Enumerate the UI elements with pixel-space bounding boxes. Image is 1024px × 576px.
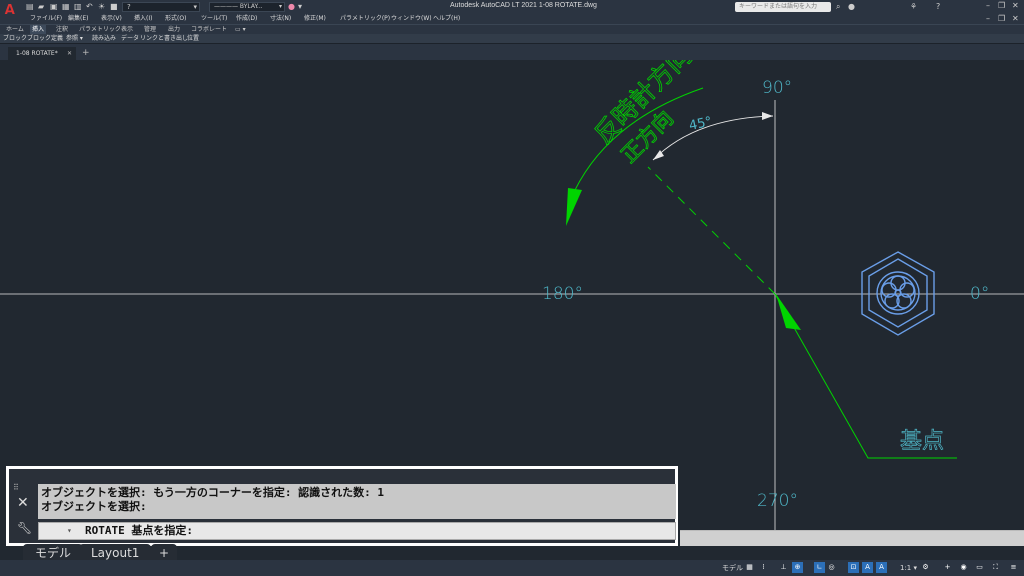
save-as-icon[interactable]: ▦ xyxy=(62,2,70,12)
close-window-icon[interactable]: ✕ xyxy=(1012,1,1019,10)
menu-view[interactable]: 表示(V) xyxy=(101,14,122,24)
panel-block[interactable]: ブロック xyxy=(3,34,27,44)
command-strip-extension xyxy=(680,530,1024,546)
base-point-arrowhead xyxy=(776,294,801,330)
file-tabs: 1-08 ROTATE* ✕ + xyxy=(0,44,1024,60)
menu-file[interactable]: ファイル(F) xyxy=(30,14,62,24)
drag-handle-icon[interactable]: ⠿ xyxy=(13,484,33,492)
doc-minimize-icon[interactable]: – xyxy=(986,14,990,23)
app-title: Autodesk AutoCAD LT 2021 1-08 ROTATE.dwg xyxy=(450,2,597,9)
fullscreen-icon[interactable]: ⛶ xyxy=(990,562,1001,573)
menu-parametric[interactable]: パラメトリック(P) xyxy=(340,14,390,24)
menu-draw[interactable]: 作成(D) xyxy=(236,14,257,24)
history-line: オブジェクトを選択: もう一方のコーナーを指定: 認識された数: 1 xyxy=(41,486,385,499)
label-0: 0° xyxy=(970,284,990,304)
annotation-scale[interactable]: 1:1 ▾ xyxy=(900,562,917,574)
model-space-button[interactable]: モデル xyxy=(722,562,743,574)
command-prompt: ROTATE 基点を指定: xyxy=(85,524,193,537)
restore-icon[interactable]: ❐ xyxy=(998,1,1005,10)
grid-icon[interactable]: ▦ xyxy=(744,562,755,573)
dim-angle-text: 45° xyxy=(688,114,714,133)
color-wheel-icon[interactable]: ● xyxy=(288,2,295,12)
polar-icon[interactable]: ◎ xyxy=(826,562,837,573)
panel-location[interactable]: 位置 xyxy=(187,34,199,44)
annotation-visibility-icon[interactable]: A xyxy=(862,562,873,573)
command-line-panel: ⠿ ✕ 🔧︎ オブジェクトを選択: もう一方のコーナーを指定: 認識された数: … xyxy=(6,466,678,562)
label-270: 270° xyxy=(757,491,798,511)
menu-window[interactable]: ウィンドウ(W) xyxy=(391,14,432,24)
panel-link-extract[interactable]: リンクと書き出し xyxy=(140,34,188,44)
customize-dropdown-icon[interactable]: ▾ xyxy=(298,2,302,12)
close-icon[interactable]: ✕ xyxy=(17,496,29,510)
doc-close-icon[interactable]: ✕ xyxy=(1012,14,1019,23)
panel-data[interactable]: データ xyxy=(121,34,139,44)
search-input[interactable]: キーワードまたは語句を入力 xyxy=(735,2,831,12)
help-icon[interactable]: ? xyxy=(936,2,940,12)
file-tab-label: 1-08 ROTATE* xyxy=(16,50,58,57)
minimize-icon[interactable]: – xyxy=(986,1,990,10)
lock-icon[interactable]: ■ xyxy=(110,2,118,12)
crest-object xyxy=(861,251,935,336)
ribbon-panels: ブロック ブロック定義 参照 ▾ 読み込み データ リンクと書き出し 位置 xyxy=(0,34,1024,44)
menu-tools[interactable]: ツール(T) xyxy=(201,14,227,24)
customize-icon[interactable]: ≡ xyxy=(1008,562,1019,573)
panel-import[interactable]: 読み込み xyxy=(92,34,116,44)
status-bar: モデル ▦ ⁞ ⊥ ⊕ ∟ ◎ ⊡ A A 1:1 ▾ ⚙ + ◉ ▭ ⛶ ≡ xyxy=(0,560,1024,576)
panel-block-definition[interactable]: ブロック定義 xyxy=(27,34,63,44)
layer-dropdown[interactable]: ? ▾ xyxy=(122,2,200,12)
command-history: オブジェクトを選択: もう一方のコーナーを指定: 認識された数: 1 オブジェク… xyxy=(38,484,676,519)
menu-insert[interactable]: 挿入(I) xyxy=(134,14,152,24)
save-icon[interactable]: ▣ xyxy=(50,2,58,12)
open-file-icon[interactable]: ▰ xyxy=(38,2,44,12)
menu-modify[interactable]: 修正(M) xyxy=(304,14,326,24)
dynamic-input-icon[interactable]: ⊕ xyxy=(792,562,803,573)
monitor-icon[interactable]: ▭ xyxy=(974,562,985,573)
ribbon-tabs: ホーム 挿入 注釈 パラメトリック 表示 管理 出力 コラボレート ▭ ▾ xyxy=(0,24,1024,35)
base-point-label: 基点 xyxy=(900,429,944,454)
auto-scale-icon[interactable]: A xyxy=(876,562,887,573)
wrench-icon[interactable]: 🔧︎ xyxy=(17,521,32,535)
print-icon[interactable]: ▥ xyxy=(74,2,82,12)
chevron-down-icon[interactable]: ▾ xyxy=(67,523,72,539)
ortho-icon[interactable]: ∟ xyxy=(814,562,825,573)
ccw-arrowhead xyxy=(566,188,582,226)
label-180: 180° xyxy=(542,284,583,304)
isolate-icon[interactable]: ◉ xyxy=(958,562,969,573)
menu-bar: ファイル(F) 編集(E) 表示(V) 挿入(I) 形式(O) ツール(T) 作… xyxy=(0,14,1024,24)
title-bar: A ▤ ▰ ▣ ▦ ▥ ↶ ☀ ■ ? ▾ ———— BYLAY... ▾ ● ▾ … xyxy=(0,0,1024,19)
plus-icon[interactable]: + xyxy=(942,562,953,573)
infer-icon[interactable]: ⊥ xyxy=(778,562,789,573)
undo-icon[interactable]: ↶ xyxy=(86,2,93,12)
panel-reference[interactable]: 参照 ▾ xyxy=(66,34,83,44)
menu-format[interactable]: 形式(O) xyxy=(165,14,186,24)
rotation-guide-line xyxy=(647,166,776,295)
command-input[interactable]: ▾ ROTATE 基点を指定: xyxy=(38,522,676,540)
label-90: 90° xyxy=(762,78,793,98)
osnap-icon[interactable]: ⊡ xyxy=(848,562,859,573)
lightbulb-icon[interactable]: ☀ xyxy=(98,2,105,12)
menu-dimension[interactable]: 寸法(N) xyxy=(270,14,291,24)
file-tab-rotate[interactable]: 1-08 ROTATE* ✕ xyxy=(8,47,76,60)
linetype-dropdown[interactable]: ———— BYLAY... ▾ xyxy=(209,2,285,12)
new-tab-icon[interactable]: + xyxy=(82,47,90,60)
new-file-icon[interactable]: ▤ xyxy=(26,2,34,12)
dim-arrow-right xyxy=(762,112,773,120)
gear-icon[interactable]: ⚙ xyxy=(920,562,931,573)
search-icon[interactable]: ⌕ xyxy=(836,2,840,12)
history-line: オブジェクトを選択: xyxy=(41,500,147,513)
snap-icon[interactable]: ⁞ xyxy=(758,562,769,573)
menu-help[interactable]: ヘルプ(H) xyxy=(433,14,460,24)
close-tab-icon[interactable]: ✕ xyxy=(67,47,72,60)
menu-edit[interactable]: 編集(E) xyxy=(68,14,88,24)
doc-restore-icon[interactable]: ❐ xyxy=(998,14,1005,23)
share-icon[interactable]: ⚘ xyxy=(910,2,917,12)
user-icon[interactable]: ● xyxy=(848,2,855,12)
